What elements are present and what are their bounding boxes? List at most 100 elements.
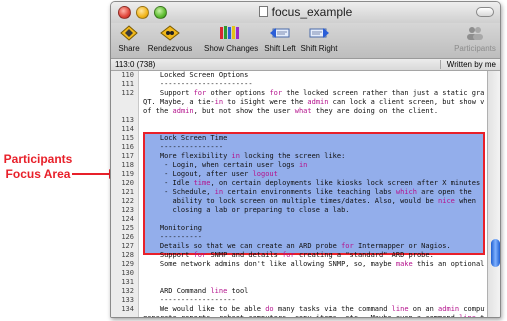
line-number: 123 <box>121 206 134 214</box>
text-token: ---------------------- <box>143 80 253 88</box>
document-icon <box>258 6 268 17</box>
code-line: More flexibility in locking the screen l… <box>143 152 485 161</box>
text-token: Support <box>143 89 194 97</box>
code-line: Locked Screen Options <box>143 71 485 80</box>
keyword-token: for <box>341 242 354 250</box>
shift-right-button[interactable]: Shift Right <box>300 25 338 53</box>
line-number: 118 <box>121 161 134 169</box>
text-token: We would like to be able <box>143 305 266 313</box>
keyword-token: in <box>214 188 224 196</box>
code-line: QT. Maybe, a tie-in to iSight were the a… <box>143 98 485 107</box>
keyword-token: for <box>282 251 295 259</box>
text-token: they are doing on the client. <box>311 107 439 115</box>
text-token: Lock Screen Time <box>143 134 228 142</box>
text-token: Some network admins don't like allowing … <box>143 260 396 268</box>
participants-button[interactable]: Participants <box>453 25 497 53</box>
callout-arrow <box>72 169 116 179</box>
participants-icon <box>467 27 483 40</box>
text-token: are open the <box>416 188 472 196</box>
text-token: tool <box>227 287 249 295</box>
line-number: 110 <box>121 71 134 79</box>
window-title-text: focus_example <box>271 5 353 19</box>
line-number: 120 <box>121 179 134 187</box>
code-line: Support for SNMP and details for creatin… <box>143 251 485 260</box>
keyword-token: make <box>395 260 413 268</box>
text-token: , on certain deployments like kiosks loc… <box>210 179 485 187</box>
code-line: We would like to be able do many tasks v… <box>143 305 485 314</box>
keyword-token: admin <box>172 107 194 115</box>
shift-left-button[interactable]: Shift Left <box>262 25 298 53</box>
keyword-token: in <box>214 98 224 106</box>
text-token: Locked Screen Options <box>143 71 249 79</box>
text-token: to iSight were the <box>223 98 308 106</box>
line-number: 125 <box>121 224 134 232</box>
text-token: - Logout, after user <box>143 170 253 178</box>
text-token: locking the screen like: <box>239 152 346 160</box>
vertical-scrollbar[interactable] <box>487 71 500 317</box>
text-token: this an optional setting. <box>416 260 485 268</box>
keyword-token: which <box>395 188 417 196</box>
share-button[interactable]: Share <box>117 25 141 53</box>
line-number: 112 <box>121 89 134 97</box>
keyword-token: in <box>231 152 240 160</box>
text-token: - Login, when certain user logs <box>143 161 299 169</box>
text-token: Intermapper or Nagios. <box>353 242 451 250</box>
code-line: Lock Screen Time <box>143 134 485 143</box>
line-number-gutter: 110 111 112 113 114 115 116 117 118 119 120 121 122 1… <box>111 71 139 317</box>
keyword-token: what <box>294 107 312 115</box>
code-line: ability to lock screen on multiple times… <box>143 197 485 206</box>
text-token: on an <box>408 305 439 313</box>
text-token: tool to <box>480 314 485 318</box>
text-token: ------------------ <box>143 296 236 304</box>
keyword-token: for <box>193 89 207 97</box>
line-number: 117 <box>121 152 134 160</box>
code-line: - Schedule, in certain environments like… <box>143 188 485 197</box>
scrollbar-thumb[interactable] <box>491 239 500 267</box>
show-changes-button[interactable]: Show Changes <box>204 25 258 53</box>
line-number: 129 <box>121 260 134 268</box>
window-title: focus_example <box>111 5 500 19</box>
code-line: ARD Command line tool <box>143 287 485 296</box>
written-by-popup[interactable]: Written by me <box>439 60 496 69</box>
toolbar: Share Rendezvous Show Changes Shift Left… <box>111 23 500 59</box>
code-line: ---------- <box>143 233 485 242</box>
code-area[interactable]: Locked Screen Options ------------------… <box>143 71 485 318</box>
keyword-token: admin <box>307 98 329 106</box>
code-line: Details so that we can create an ARD pro… <box>143 242 485 251</box>
text-token: Support <box>143 251 194 259</box>
text-token: QT. Maybe, a tie- <box>143 98 215 106</box>
status-bar: 113:0 (738) Written by me <box>111 59 500 71</box>
keyword-token: admin <box>438 305 460 313</box>
line-number <box>111 98 138 107</box>
keyword-token: time <box>193 179 211 187</box>
text-token: many tasks via the command <box>273 305 392 313</box>
text-token: More flexibility <box>143 152 232 160</box>
text-editor[interactable]: 110 111 112 113 114 115 116 117 118 119 120 121 122 1… <box>111 71 487 318</box>
text-token: - Schedule, <box>143 188 215 196</box>
code-line: - Idle time, on certain deployments like… <box>143 179 485 188</box>
title-bar[interactable]: focus_example <box>111 2 500 23</box>
code-line: ---------------------- <box>143 80 485 89</box>
shift-right-icon <box>309 28 329 38</box>
text-token: Details so that we can create an ARD pro… <box>143 242 342 250</box>
keyword-token: line <box>459 314 476 318</box>
toolbar-toggle-button[interactable] <box>476 7 494 17</box>
cursor-position: 113:0 (738) <box>115 60 156 69</box>
text-token: closing a lab or preparing to close a la… <box>143 206 350 214</box>
text-token: other options <box>206 89 270 97</box>
text-token: creating a "standard" ARD probe. <box>294 251 434 259</box>
line-number: 127 <box>121 242 134 250</box>
line-number <box>111 107 138 116</box>
keyword-token: line <box>210 287 228 295</box>
code-line: - Login, when certain user logs in <box>143 161 485 170</box>
code-line: Some network admins don't like allowing … <box>143 260 485 269</box>
line-number: 126 <box>121 233 134 241</box>
rendezvous-button[interactable]: Rendezvous <box>147 25 193 53</box>
text-token: computer, like <box>463 305 485 313</box>
line-number: 134 <box>121 305 134 313</box>
line-number: 115 <box>121 134 134 142</box>
text-token: --------------- <box>143 143 224 151</box>
